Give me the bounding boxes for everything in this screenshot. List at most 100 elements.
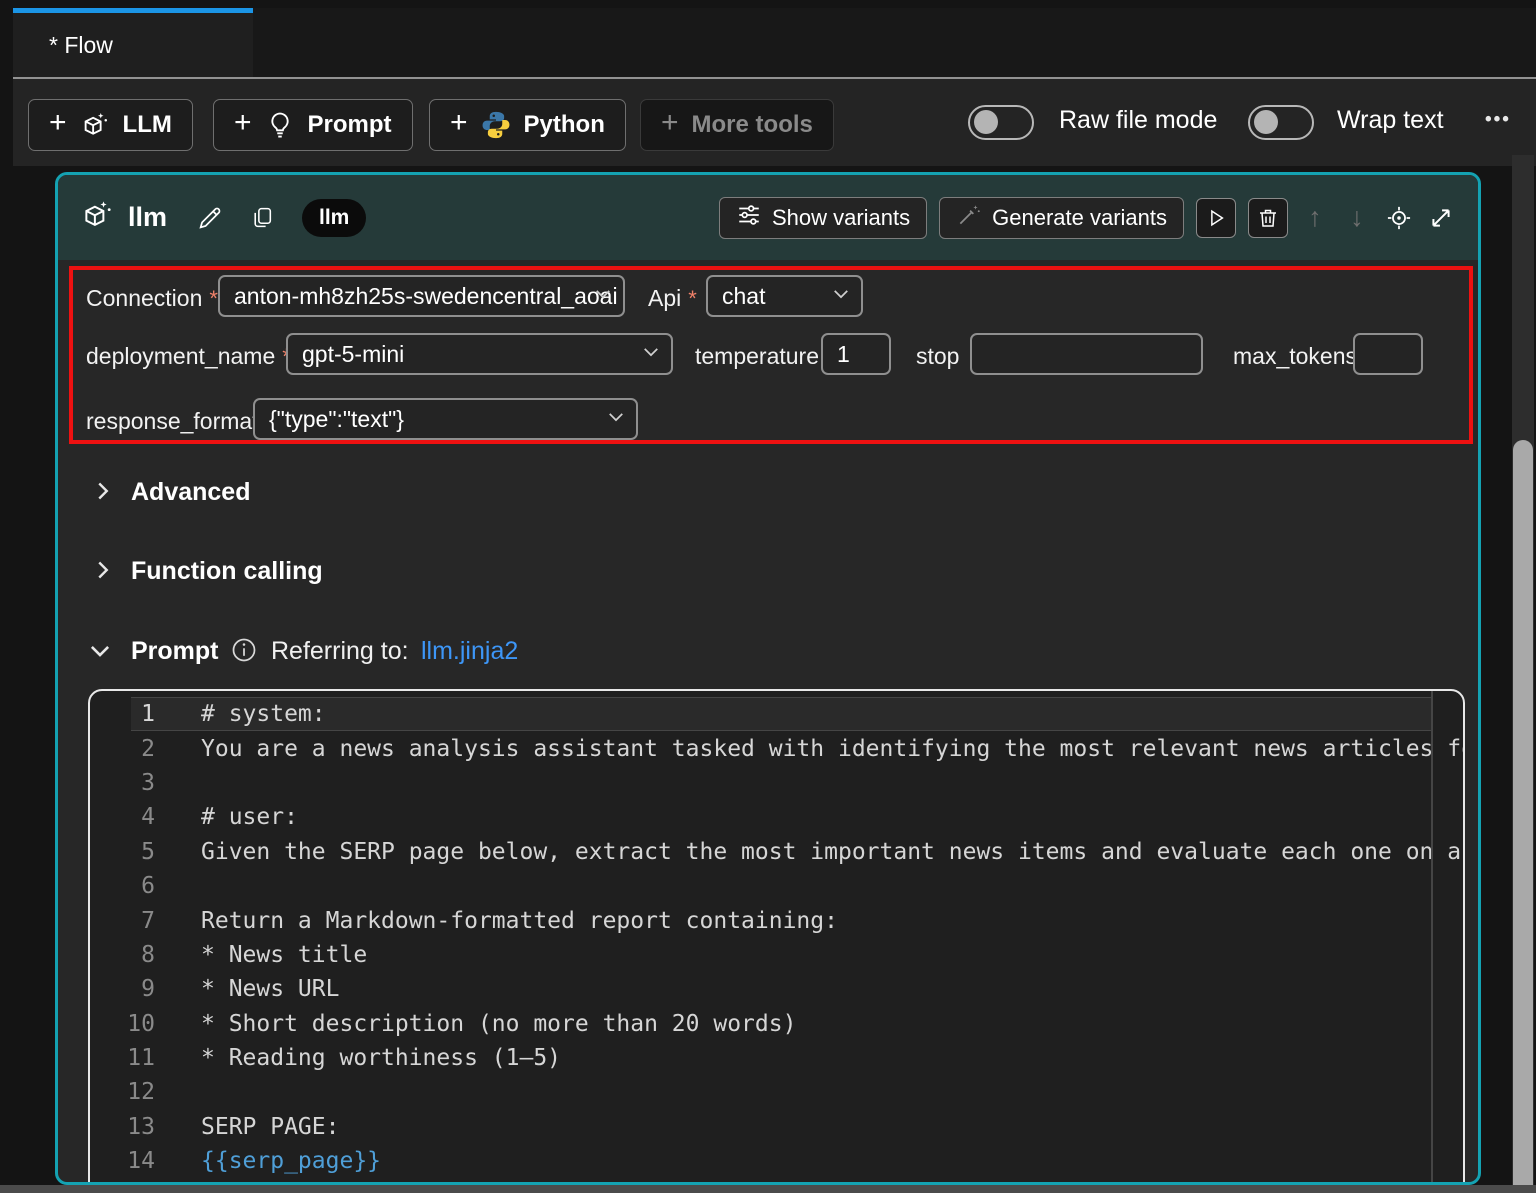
move-up-button[interactable]: ↑	[1300, 202, 1330, 233]
advanced-chevron-icon[interactable]	[91, 479, 115, 508]
max-tokens-input[interactable]	[1353, 333, 1423, 375]
code-text: You are a news analysis assistant tasked…	[201, 736, 1463, 762]
response-format-dropdown[interactable]: {"type":"text"}	[253, 398, 638, 440]
response-format-value: {"type":"text"}	[269, 406, 404, 433]
editor-line[interactable]: 13 SERP PAGE:	[90, 1110, 1463, 1144]
llm-node-header: llm llm Show variants Generate variants …	[58, 175, 1478, 260]
api-dropdown[interactable]: chat	[706, 275, 863, 317]
run-node-button[interactable]	[1196, 198, 1236, 238]
api-value: chat	[722, 283, 765, 310]
editor-line[interactable]: 6	[90, 869, 1463, 903]
editor-line[interactable]: 10 * Short description (no more than 20 w…	[90, 1007, 1463, 1041]
function-calling-section-header[interactable]: Function calling	[131, 557, 323, 586]
plus-icon: +	[450, 108, 468, 138]
copy-icon[interactable]	[250, 205, 275, 230]
code-text: {{serp_page}}	[201, 1148, 1463, 1174]
stop-input[interactable]	[970, 333, 1203, 375]
code-text: # user:	[201, 804, 1463, 830]
chevron-down-icon	[641, 341, 661, 368]
editor-column-ruler	[1431, 691, 1433, 1185]
raw-file-mode-toggle[interactable]	[968, 105, 1034, 140]
editor-line[interactable]: 5Given the SERP page below, extract the …	[90, 835, 1463, 869]
connection-value: anton-mh8zh25s-swedencentral_aoai	[234, 283, 618, 310]
function-calling-chevron-icon[interactable]	[91, 558, 115, 587]
temperature-input[interactable]	[821, 333, 891, 375]
editor-line[interactable]: 1# system:	[90, 697, 1463, 731]
chevron-down-icon	[593, 283, 613, 310]
code-text: * News title	[201, 942, 1463, 968]
add-prompt-button[interactable]: + Prompt	[213, 99, 413, 151]
prompt-section-header[interactable]: Prompt	[131, 637, 219, 666]
add-python-button[interactable]: + Python	[429, 99, 626, 151]
toolbar: + LLM + Prompt + Python + More tools Raw…	[13, 79, 1536, 166]
editor-line[interactable]: 2 You are a news analysis assistant taske…	[90, 731, 1463, 765]
locate-node-icon[interactable]	[1384, 204, 1414, 232]
tab-flow[interactable]: * Flow	[13, 8, 253, 77]
generate-variants-button[interactable]: Generate variants	[939, 197, 1184, 239]
code-text: * Short description (no more than 20 wor…	[201, 1011, 1463, 1037]
line-number: 14	[90, 1148, 155, 1174]
info-icon[interactable]	[230, 636, 258, 669]
editor-line[interactable]: 12	[90, 1075, 1463, 1109]
scrollbar-thumb[interactable]	[1513, 440, 1533, 1193]
prompt-chevron-icon[interactable]	[87, 638, 113, 669]
editor-line[interactable]: 9 * News URL	[90, 972, 1463, 1006]
editor-line[interactable]: 11* Reading worthiness (1–5)	[90, 1041, 1463, 1075]
overflow-menu-button[interactable]: •••	[1485, 109, 1511, 131]
editor-line[interactable]: 4 # user:	[90, 800, 1463, 834]
required-marker: *	[209, 286, 218, 311]
node-type-badge: llm	[302, 199, 366, 237]
editor-line[interactable]: 8* News title	[90, 938, 1463, 972]
deployment-name-dropdown[interactable]: gpt-5-mini	[286, 333, 673, 375]
api-label: Api*	[648, 285, 697, 312]
line-number: 13	[90, 1114, 155, 1140]
wrap-text-toggle[interactable]	[1248, 105, 1314, 140]
code-text: Given the SERP page below, extract the m…	[201, 839, 1463, 865]
line-number: 10	[90, 1011, 155, 1037]
lightbulb-icon	[265, 110, 295, 140]
editor-line[interactable]: 14 {{serp_page}}	[90, 1144, 1463, 1178]
line-number: 2	[90, 736, 155, 762]
node-title: llm	[128, 202, 167, 233]
required-marker: *	[688, 286, 697, 311]
tab-flow-label: * Flow	[49, 32, 113, 59]
line-number: 4	[90, 804, 155, 830]
plus-icon: +	[661, 108, 679, 138]
prompt-code-editor[interactable]: 1# system: 2 You are a news analysis assis…	[88, 689, 1465, 1185]
code-text: SERP PAGE:	[201, 1114, 1463, 1140]
magic-wand-icon	[956, 202, 982, 234]
editor-line[interactable]: 7 Return a Markdown-formatted report cont…	[90, 903, 1463, 937]
llm-cube-icon	[80, 110, 110, 140]
line-number: 3	[90, 770, 155, 796]
editor-line[interactable]: 3	[90, 766, 1463, 800]
wrap-text-label: Wrap text	[1337, 106, 1444, 135]
line-number: 7	[90, 908, 155, 934]
window-bottom-edge	[0, 1185, 1536, 1193]
deployment-name-value: gpt-5-mini	[302, 341, 404, 368]
line-number: 12	[90, 1079, 155, 1105]
show-variants-button[interactable]: Show variants	[719, 197, 927, 239]
edit-name-icon[interactable]	[196, 204, 224, 232]
expand-node-icon[interactable]	[1426, 204, 1456, 232]
llm-node-card: llm llm Show variants Generate variants …	[55, 172, 1481, 1185]
toggle-knob	[974, 110, 998, 134]
add-llm-button[interactable]: + LLM	[28, 99, 193, 151]
line-number: 9	[90, 976, 155, 1002]
show-variants-label: Show variants	[772, 205, 910, 231]
plus-icon: +	[49, 108, 67, 138]
stop-label: stop	[916, 343, 959, 370]
connection-label: Connection*	[86, 285, 218, 312]
python-icon	[481, 110, 511, 140]
connection-dropdown[interactable]: anton-mh8zh25s-swedencentral_aoai	[218, 275, 625, 317]
move-down-button[interactable]: ↓	[1342, 202, 1372, 233]
jinja-file-link[interactable]: llm.jinja2	[421, 637, 518, 666]
code-text: * News URL	[201, 976, 1463, 1002]
delete-node-button[interactable]	[1248, 198, 1288, 238]
more-tools-button[interactable]: + More tools	[640, 99, 834, 151]
code-text: Return a Markdown-formatted report conta…	[201, 908, 1463, 934]
raw-file-mode-label: Raw file mode	[1059, 106, 1217, 135]
more-tools-label: More tools	[692, 111, 813, 139]
advanced-section-header[interactable]: Advanced	[131, 478, 250, 507]
chevron-down-icon	[606, 406, 626, 433]
code-text: # system:	[201, 701, 1463, 727]
